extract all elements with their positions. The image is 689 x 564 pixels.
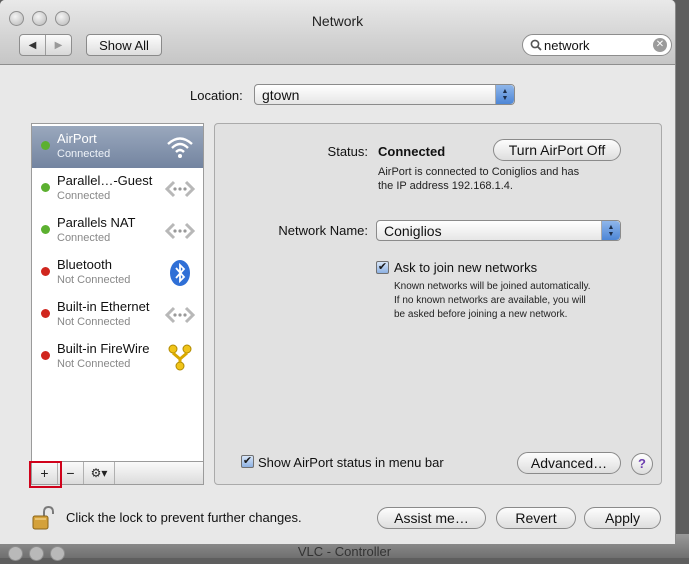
location-label: Location: <box>190 88 243 103</box>
service-list: AirPort Connected Parallel…-Guest Connec… <box>31 123 204 462</box>
assist-me-button[interactable]: Assist me… <box>377 507 486 529</box>
network-name-label: Network Name: <box>278 223 368 238</box>
ask-to-join-description: Known networks will be joined automatica… <box>394 280 591 322</box>
highlight-box <box>29 461 62 488</box>
location-value: gtown <box>262 87 300 103</box>
status-description-line: the IP address 192.168.1.4. <box>378 180 513 192</box>
gear-icon[interactable]: ⚙▾ <box>84 462 115 484</box>
clear-search-icon[interactable]: ✕ <box>653 38 667 52</box>
service-status: Connected <box>57 232 111 244</box>
service-status: Not Connected <box>57 316 131 328</box>
service-item-built-in-ethernet[interactable]: Built-in Ethernet Not Connected <box>32 294 203 336</box>
service-name: Built-in Ethernet <box>57 299 150 314</box>
search-field[interactable]: network ✕ <box>522 34 672 56</box>
lock-message: Click the lock to prevent further change… <box>66 510 302 525</box>
service-item-bluetooth[interactable]: Bluetooth Not Connected <box>32 252 203 294</box>
ask-description-line: be asked before joining a new network. <box>394 309 568 320</box>
ask-to-join-checkbox[interactable]: ✔ <box>376 261 389 274</box>
service-item-parallels-guest[interactable]: Parallel…-Guest Connected <box>32 168 203 210</box>
status-value: Connected <box>378 144 446 159</box>
chevron-updown-icon: ▲ ▼ <box>601 221 620 240</box>
advanced-button[interactable]: Advanced… <box>517 452 621 474</box>
status-dot <box>41 309 50 318</box>
ethernet-icon <box>165 306 195 324</box>
ask-description-line: Known networks will be joined automatica… <box>394 281 591 292</box>
status-dot <box>41 183 50 192</box>
status-label: Status: <box>327 144 368 159</box>
status-dot <box>41 267 50 276</box>
ethernet-icon <box>165 222 195 240</box>
help-button[interactable]: ? <box>631 453 653 475</box>
service-name: Built-in FireWire <box>57 341 150 356</box>
service-name: Parallel…-Guest <box>57 173 153 188</box>
service-item-parallels-nat[interactable]: Parallels NAT Connected <box>32 210 203 252</box>
unlocked-padlock-icon[interactable] <box>32 506 54 530</box>
service-status: Connected <box>57 190 111 202</box>
service-status: Not Connected <box>57 274 131 286</box>
service-status: Connected <box>57 148 111 160</box>
forward-button[interactable]: ▶ <box>45 35 71 55</box>
back-forward-control: ◀ ▶ <box>19 34 72 56</box>
status-dot <box>41 141 50 150</box>
status-dot <box>41 351 50 360</box>
wifi-icon <box>167 137 193 158</box>
back-button[interactable]: ◀ <box>20 35 45 55</box>
status-description-line: AirPort is connected to Coniglios and ha… <box>378 166 580 178</box>
search-input[interactable]: network <box>544 38 590 53</box>
ask-to-join-label: Ask to join new networks <box>394 260 538 275</box>
location-select[interactable]: gtown ▲ ▼ <box>254 84 515 105</box>
show-all-button[interactable]: Show All <box>86 34 162 56</box>
search-icon <box>530 39 542 51</box>
service-item-built-in-firewire[interactable]: Built-in FireWire Not Connected <box>32 336 203 378</box>
service-status: Not Connected <box>57 358 131 370</box>
bluetooth-icon <box>170 260 190 286</box>
status-dot <box>41 225 50 234</box>
service-item-airport[interactable]: AirPort Connected <box>32 126 203 168</box>
show-airport-status-label: Show AirPort status in menu bar <box>258 455 444 470</box>
chevron-updown-icon: ▲ ▼ <box>495 85 514 104</box>
background-window-title: VLC - Controller <box>297 544 392 559</box>
status-description: AirPort is connected to Coniglios and ha… <box>378 165 579 193</box>
ask-description-line: If no known networks are available, you … <box>394 295 586 306</box>
window-title: Network <box>311 13 364 29</box>
network-preferences-window: Network ◀ ▶ Show All network ✕ Location:… <box>0 0 676 544</box>
network-name-value: Coniglios <box>384 223 442 239</box>
firewire-icon <box>168 344 192 371</box>
apply-button[interactable]: Apply <box>584 507 661 529</box>
ethernet-icon <box>165 180 195 198</box>
revert-button[interactable]: Revert <box>496 507 576 529</box>
network-name-select[interactable]: Coniglios ▲ ▼ <box>376 220 621 241</box>
turn-airport-off-button[interactable]: Turn AirPort Off <box>493 139 621 161</box>
window-titlebar: Network ◀ ▶ Show All network ✕ <box>0 0 675 65</box>
service-name: Bluetooth <box>57 257 112 272</box>
show-airport-status-checkbox[interactable]: ✔ <box>241 455 254 468</box>
service-name: Parallels NAT <box>57 215 136 230</box>
service-name: AirPort <box>57 131 97 146</box>
